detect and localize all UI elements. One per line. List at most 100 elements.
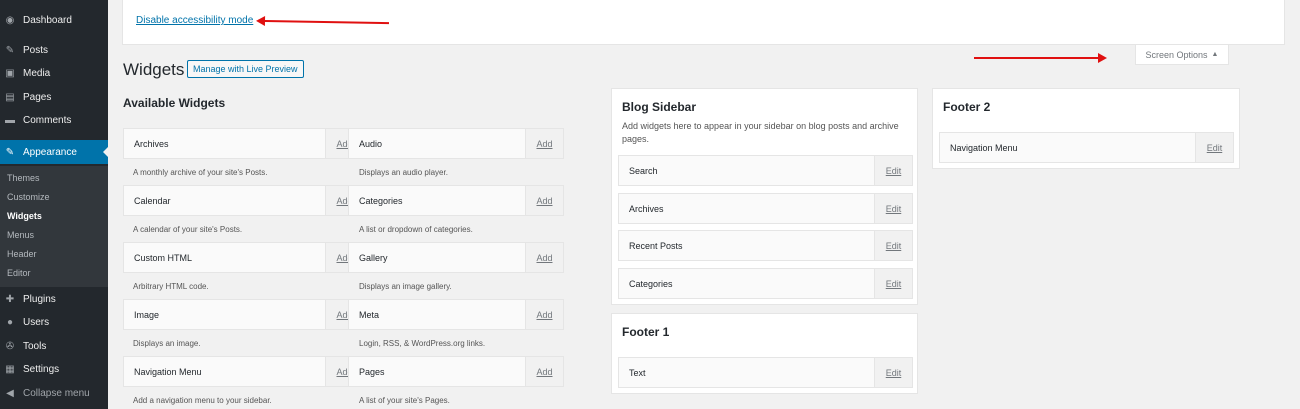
sidebar-item-label: Posts [23, 45, 49, 56]
sidebar-item-posts[interactable]: ✎ Posts [0, 39, 108, 62]
widget-description: Add a navigation menu to your sidebar. [133, 396, 272, 405]
submenu-item-menus[interactable]: Menus [7, 230, 34, 240]
submenu-item-header[interactable]: Header [7, 249, 37, 259]
edit-widget-button[interactable]: Edit [874, 269, 912, 298]
pushpin-icon: ✎ [5, 45, 15, 56]
sidebar-item-tools[interactable]: ✇ Tools [0, 335, 108, 358]
paintbrush-icon: ✎ [5, 146, 15, 158]
widget-meta[interactable]: Meta Add [348, 299, 564, 330]
plugins-icon: ✚ [5, 294, 15, 305]
submenu-item-widgets[interactable]: Widgets [7, 211, 42, 221]
edit-widget-button[interactable]: Edit [874, 194, 912, 223]
widget-archives[interactable]: Archives Add [123, 128, 364, 159]
widget-calendar[interactable]: Calendar Add [123, 185, 364, 216]
sidebar-item-label: Plugins [23, 294, 56, 305]
widget-title: Recent Posts [629, 241, 683, 251]
users-icon: ● [6, 317, 14, 328]
widget-title: Navigation Menu [950, 143, 1018, 153]
sidebar-item-label: Appearance [23, 146, 77, 158]
widget-title: Custom HTML [134, 253, 193, 263]
add-widget-button[interactable]: Add [525, 186, 563, 215]
available-widgets-heading: Available Widgets [123, 96, 226, 110]
disable-accessibility-link[interactable]: Disable accessibility mode [136, 15, 253, 26]
area-widget-archives[interactable]: Archives Edit [618, 193, 913, 224]
sidebar-item-plugins[interactable]: ✚ Plugins [0, 288, 108, 311]
area-widget-text[interactable]: Text Edit [618, 357, 913, 388]
sidebar-item-appearance[interactable]: ✎ Appearance [0, 140, 108, 164]
widget-title: Image [134, 310, 160, 320]
widget-audio[interactable]: Audio Add [348, 128, 564, 159]
widget-title: Pages [359, 367, 385, 377]
submenu-item-editor[interactable]: Editor [7, 268, 31, 278]
edit-widget-button[interactable]: Edit [1195, 133, 1233, 162]
sidebar-item-label: Pages [23, 92, 52, 103]
widget-description: Displays an image gallery. [359, 282, 452, 291]
widget-title: Search [629, 166, 658, 176]
widget-title: Gallery [359, 253, 388, 263]
pages-icon: ▤ [5, 92, 15, 103]
widget-area-footer-1[interactable]: Footer 1 Text Edit [611, 313, 918, 394]
sidebar-item-pages[interactable]: ▤ Pages [0, 86, 108, 109]
widget-image[interactable]: Image Add [123, 299, 364, 330]
widget-description: A calendar of your site's Posts. [133, 225, 243, 234]
screen-options-button[interactable]: Screen Options ▲ [1135, 45, 1229, 65]
sidebar-item-label: Users [23, 317, 50, 328]
sidebar-item-settings[interactable]: ▦ Settings [0, 358, 108, 381]
sidebar-item-label: Collapse menu [23, 388, 90, 399]
widget-title: Calendar [134, 196, 171, 206]
widget-categories[interactable]: Categories Add [348, 185, 564, 216]
caret-up-icon: ▲ [1211, 51, 1219, 58]
edit-widget-button[interactable]: Edit [874, 156, 912, 185]
edit-widget-button[interactable]: Edit [874, 231, 912, 260]
widget-description: Displays an image. [133, 339, 201, 348]
add-widget-button[interactable]: Add [525, 357, 563, 386]
manage-live-preview-button[interactable]: Manage with Live Preview [187, 60, 304, 78]
widget-description: Login, RSS, & WordPress.org links. [359, 339, 486, 348]
sidebar-item-label: Comments [23, 115, 72, 126]
widget-title: Archives [134, 139, 169, 149]
widget-title: Archives [629, 204, 664, 214]
add-widget-button[interactable]: Add [525, 129, 563, 158]
widget-navigation-menu[interactable]: Navigation Menu Add [123, 356, 364, 387]
widget-title: Audio [359, 139, 383, 149]
area-widget-search[interactable]: Search Edit [618, 155, 913, 186]
add-widget-button[interactable]: Add [525, 243, 563, 272]
sidebar-item-label: Dashboard [23, 15, 72, 26]
page-title: Widgets [123, 60, 185, 79]
widget-pages[interactable]: Pages Add [348, 356, 564, 387]
annotation-arrow [974, 53, 1107, 63]
submenu-item-themes[interactable]: Themes [7, 173, 40, 183]
sidebar-item-dashboard[interactable]: ◉ Dashboard [0, 9, 108, 32]
widget-area-footer-2[interactable]: Footer 2 Navigation Menu Edit [932, 88, 1240, 169]
area-title: Blog Sidebar [622, 100, 697, 114]
widget-title: Categories [359, 196, 403, 206]
sidebar-item-media[interactable]: ▣ Media [0, 62, 108, 85]
sidebar-item-label: Media [23, 68, 51, 79]
area-widget-navigation-menu[interactable]: Navigation Menu Edit [939, 132, 1234, 163]
media-icon: ▣ [5, 68, 15, 79]
widget-description: Arbitrary HTML code. [133, 282, 209, 291]
widget-gallery[interactable]: Gallery Add [348, 242, 564, 273]
area-widget-categories[interactable]: Categories Edit [618, 268, 913, 299]
area-title: Footer 2 [943, 100, 991, 114]
collapse-menu-button[interactable]: ◀ Collapse menu [0, 382, 108, 405]
screen-options-label: Screen Options [1145, 49, 1208, 60]
admin-sidebar: ◉ Dashboard ✎ Posts ▣ Media ▤ Pages ▬ Co… [0, 0, 108, 409]
sidebar-item-comments[interactable]: ▬ Comments [0, 109, 108, 132]
widget-area-blog-sidebar[interactable]: Blog Sidebar Add widgets here to appear … [611, 88, 918, 305]
edit-widget-button[interactable]: Edit [874, 358, 912, 387]
submenu-item-customize[interactable]: Customize [7, 192, 50, 202]
settings-icon: ▦ [5, 364, 15, 375]
sidebar-item-label: Tools [23, 341, 47, 352]
widget-title: Text [629, 368, 646, 378]
widget-title: Categories [629, 279, 673, 289]
widget-custom-html[interactable]: Custom HTML Add [123, 242, 364, 273]
area-widget-recent-posts[interactable]: Recent Posts Edit [618, 230, 913, 261]
tools-icon: ✇ [5, 341, 15, 352]
widget-description: A monthly archive of your site's Posts. [133, 168, 268, 177]
add-widget-button[interactable]: Add [525, 300, 563, 329]
comments-icon: ▬ [5, 115, 15, 126]
dashboard-icon: ◉ [5, 15, 15, 26]
sidebar-item-users[interactable]: ● Users [0, 311, 108, 334]
sidebar-item-label: Settings [23, 364, 60, 375]
